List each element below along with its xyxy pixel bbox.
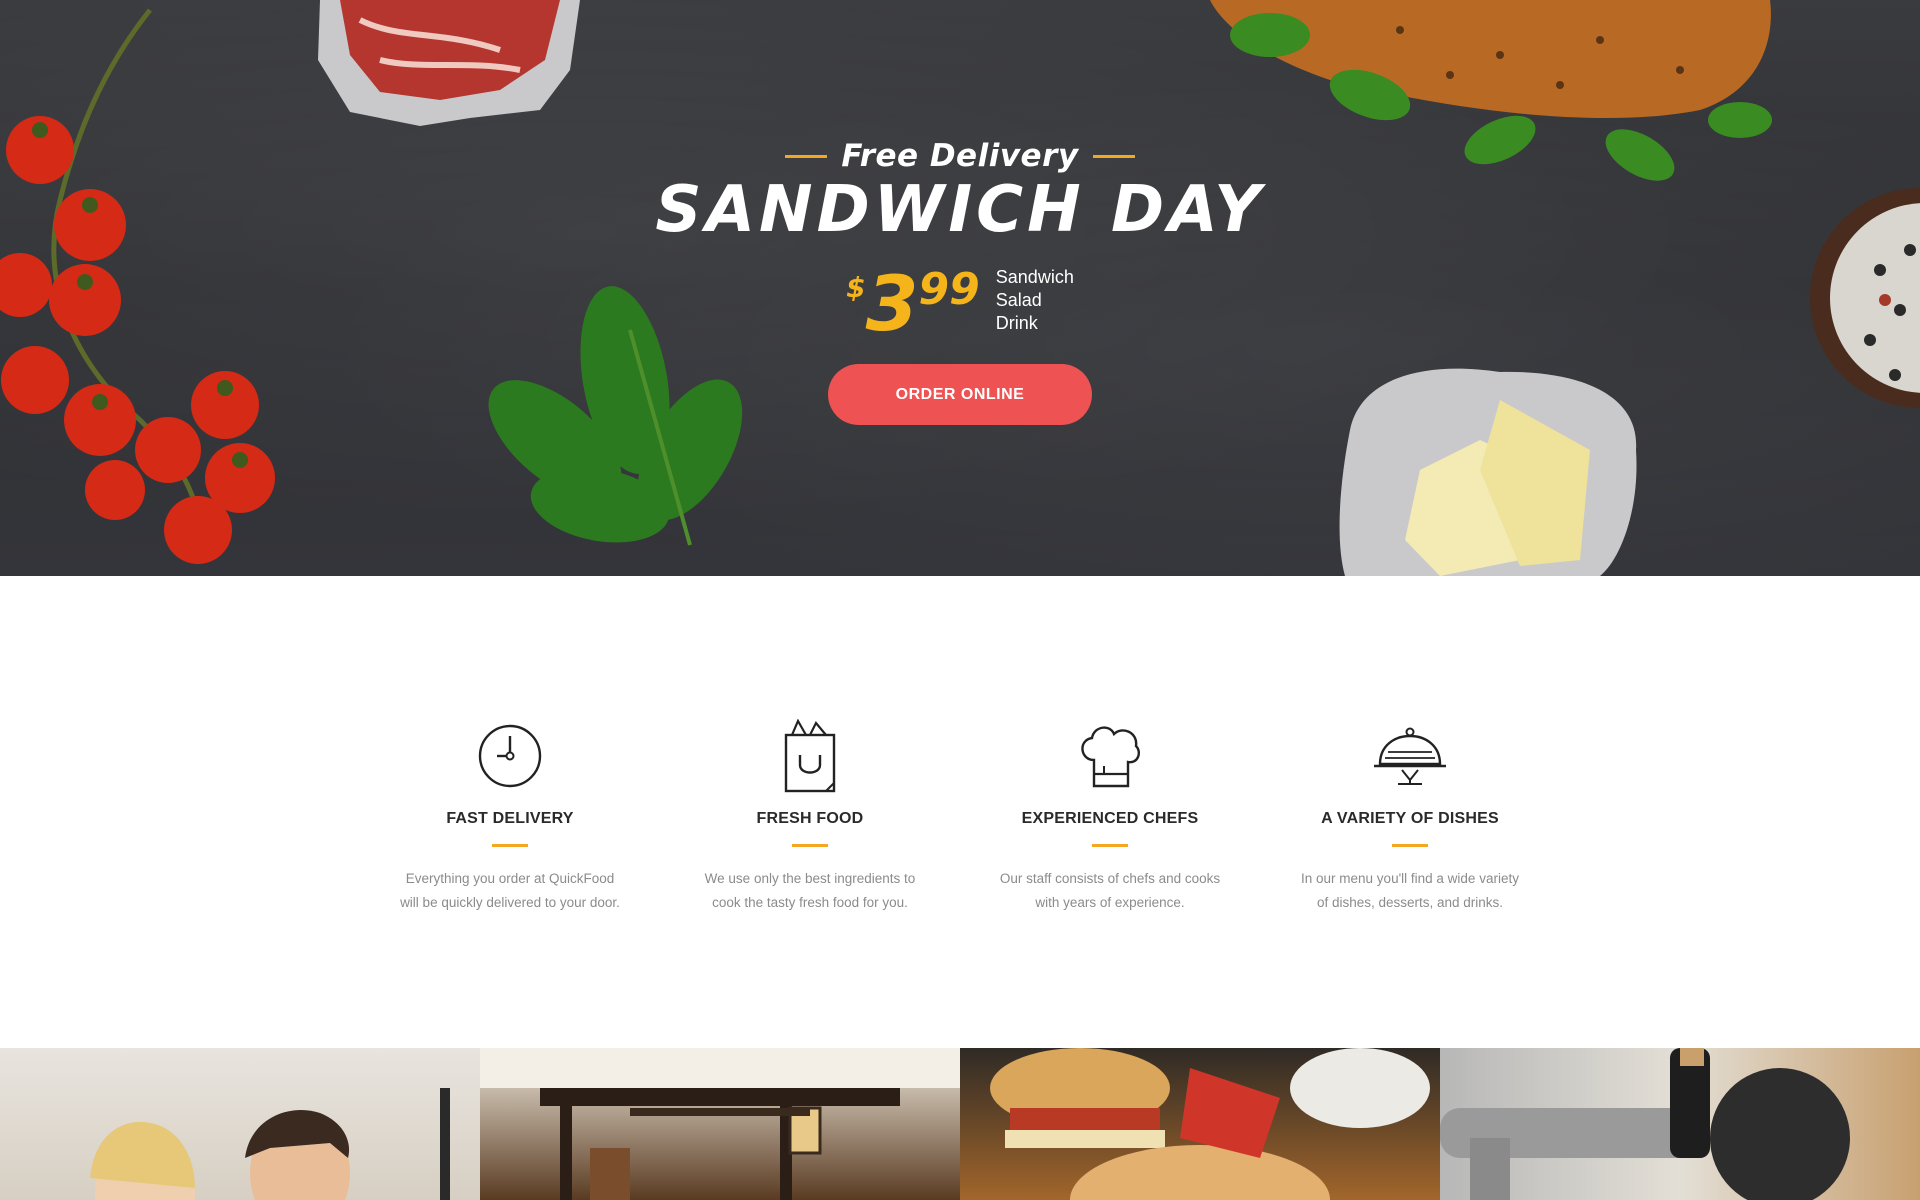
include-item: Salad <box>995 290 1042 310</box>
feature-desc-line: In our menu you'll find a wide variety <box>1301 871 1519 886</box>
feature-divider <box>792 844 828 847</box>
feature-variety-of-dishes: A VARIETY OF DISHES In our menu you'll f… <box>1280 716 1540 915</box>
price-main: 3 <box>865 259 919 348</box>
grocery-bag-icon <box>680 716 940 796</box>
gallery-photo-chefs[interactable] <box>0 1048 480 1200</box>
price-includes-list: Sandwich Salad Drink <box>996 266 1074 335</box>
kicker-right-dash <box>1092 154 1135 158</box>
feature-description: Our staff consists of chefs and cooks wit… <box>990 867 1230 915</box>
feature-divider <box>1092 844 1128 847</box>
feature-desc-line: We use only the best ingredients to <box>704 871 916 886</box>
hero-content: Free Delivery SANDWICH DAY $ 3 99 Sandwi… <box>0 138 1920 425</box>
hero-banner: Free Delivery SANDWICH DAY $ 3 99 Sandwi… <box>0 0 1920 576</box>
feature-divider <box>1392 844 1428 847</box>
price-tag: $ 3 99 <box>846 266 980 342</box>
include-item: Sandwich <box>995 267 1074 287</box>
feature-fresh-food: FRESH FOOD We use only the best ingredie… <box>680 716 940 915</box>
feature-title: FRESH FOOD <box>756 810 864 827</box>
hero-headline: SANDWICH DAY <box>655 173 1265 247</box>
price-block: $ 3 99 Sandwich Salad Drink <box>0 266 1920 342</box>
include-item: Drink <box>995 313 1038 333</box>
kicker-left-dash <box>785 154 828 158</box>
feature-experienced-chefs: EXPERIENCED CHEFS Our staff consists of … <box>980 716 1240 915</box>
feature-desc-line: with years of experience. <box>1035 895 1185 910</box>
feature-desc-line: Our staff consists of chefs and cooks <box>999 871 1221 886</box>
feature-desc-line: Everything you order at QuickFood <box>405 871 615 886</box>
feature-description: We use only the best ingredients to cook … <box>690 867 930 915</box>
kicker-text: Free Delivery <box>841 138 1079 174</box>
gallery-photo-beer-tap[interactable] <box>1440 1048 1920 1200</box>
feature-fast-delivery: FAST DELIVERY Everything you order at Qu… <box>380 716 640 915</box>
feature-description: In our menu you'll find a wide variety of… <box>1290 867 1530 915</box>
chef-hat-icon <box>980 716 1240 796</box>
clock-icon <box>380 716 640 796</box>
price-currency: $ <box>846 271 866 304</box>
cloche-icon <box>1280 716 1540 796</box>
gallery-photo-restaurant[interactable] <box>480 1048 960 1200</box>
feature-title: EXPERIENCED CHEFS <box>1021 810 1199 827</box>
feature-desc-line: cook the tasty fresh food for you. <box>712 895 908 910</box>
feature-divider <box>492 844 528 847</box>
order-online-button[interactable]: ORDER ONLINE <box>828 364 1092 425</box>
feature-description: Everything you order at QuickFood will be… <box>390 867 630 915</box>
features-section: FAST DELIVERY Everything you order at Qu… <box>0 576 1920 1048</box>
price-cents: 99 <box>918 264 980 315</box>
hero-kicker: Free Delivery <box>785 138 1135 174</box>
feature-desc-line: will be quickly delivered to your door. <box>400 895 620 910</box>
gallery-photo-burger[interactable] <box>960 1048 1440 1200</box>
feature-title: FAST DELIVERY <box>446 810 574 827</box>
photo-gallery-strip <box>0 1048 1920 1200</box>
feature-desc-line: of dishes, desserts, and drinks. <box>1316 895 1504 910</box>
feature-title: A VARIETY OF DISHES <box>1321 810 1499 827</box>
